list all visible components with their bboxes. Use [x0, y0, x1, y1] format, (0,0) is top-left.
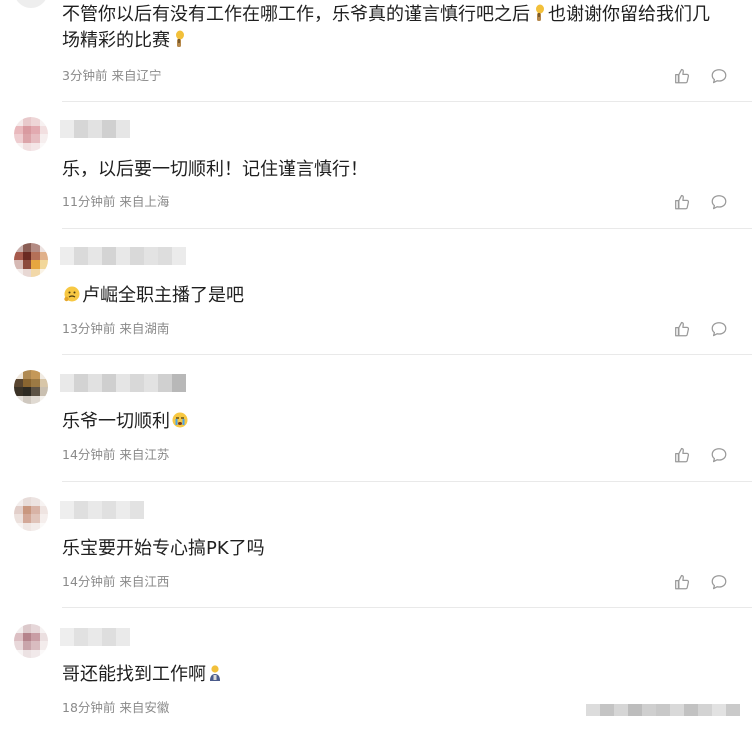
crying-face-emoji-icon	[171, 411, 189, 429]
reply-button[interactable]	[710, 320, 728, 338]
like-button[interactable]	[673, 573, 691, 591]
comment-location: 来自江西	[119, 574, 170, 589]
like-button[interactable]	[673, 446, 691, 464]
comment-text: 乐宝要开始专心搞PK了吗	[62, 536, 712, 562]
comment-text-part: 哥还能找到工作啊	[62, 664, 206, 685]
comment-text-part: 乐，以后要一切顺利！记住谨言慎行！	[62, 159, 368, 180]
comment-location: 来自上海	[119, 194, 170, 209]
divider	[62, 101, 752, 102]
like-button[interactable]	[673, 67, 691, 85]
comment-bubble-icon	[710, 193, 728, 211]
comment-text: 不管你以后有没有工作在哪工作，乐爷真的谨言慎行吧之后 也谢谢你留给我们几场精彩的比…	[62, 2, 712, 54]
thumbs-up-icon	[673, 573, 691, 591]
like-button[interactable]	[673, 320, 691, 338]
comment-text: 乐，以后要一切顺利！记住谨言慎行！	[62, 157, 712, 183]
comment-location: 来自湖南	[119, 321, 170, 336]
avatar[interactable]	[14, 243, 48, 277]
comment-bubble-icon	[710, 573, 728, 591]
thumbs-up-icon	[673, 193, 691, 211]
comment-text-part: 乐宝要开始专心搞PK了吗	[62, 538, 265, 559]
divider	[62, 481, 752, 482]
comment-time: 18分钟前	[62, 700, 116, 715]
reply-button[interactable]	[710, 67, 728, 85]
reply-button[interactable]	[710, 446, 728, 464]
comment-bubble-icon	[710, 67, 728, 85]
username-blurred[interactable]	[60, 120, 130, 138]
divider	[62, 354, 752, 355]
comment-meta: 3分钟前 来自辽宁	[62, 68, 161, 84]
username-blurred[interactable]	[60, 374, 186, 392]
thinking-face-emoji-icon	[63, 285, 81, 303]
comment-text: 卢崛全职主播了是吧	[62, 283, 712, 309]
comment-bubble-icon	[710, 446, 728, 464]
avatar[interactable]	[14, 0, 48, 8]
comment-meta: 14分钟前 来自江苏	[62, 447, 169, 463]
comment-text-part: 卢崛全职主播了是吧	[82, 285, 244, 306]
comment-time: 3分钟前	[62, 68, 108, 83]
comment-text: 乐爷一切顺利	[62, 409, 712, 435]
thumbs-up-emoji-icon	[531, 4, 547, 22]
comment-meta: 14分钟前 来自江西	[62, 574, 169, 590]
thumbs-up-emoji-icon	[171, 30, 187, 48]
avatar[interactable]	[14, 624, 48, 658]
comment-meta: 11分钟前 来自上海	[62, 194, 169, 210]
thumbs-up-icon	[673, 446, 691, 464]
comment-text: 哥还能找到工作啊	[62, 662, 712, 688]
thumbs-up-icon	[673, 67, 691, 85]
comment-time: 14分钟前	[62, 447, 116, 462]
username-blurred[interactable]	[60, 247, 186, 265]
watermark-blurred	[586, 704, 740, 716]
comment-location: 来自辽宁	[111, 68, 162, 83]
comment-time: 11分钟前	[62, 194, 116, 209]
reply-button[interactable]	[710, 573, 728, 591]
comment-text-part: 不管你以后有没有工作在哪工作，乐爷真的谨言慎行吧之后	[62, 4, 530, 25]
avatar[interactable]	[14, 117, 48, 151]
divider	[62, 228, 752, 229]
avatar[interactable]	[14, 497, 48, 531]
comment-meta: 18分钟前 来自安徽	[62, 700, 169, 716]
comment-meta: 13分钟前 来自湖南	[62, 321, 169, 337]
person-emoji-icon	[207, 664, 223, 682]
avatar[interactable]	[14, 370, 48, 404]
comment-time: 14分钟前	[62, 574, 116, 589]
like-button[interactable]	[673, 193, 691, 211]
username-blurred[interactable]	[60, 501, 144, 519]
username-blurred[interactable]	[60, 628, 130, 646]
divider	[62, 607, 752, 608]
comment-text-part: 乐爷一切顺利	[62, 411, 170, 432]
comment-time: 13分钟前	[62, 321, 116, 336]
comment-location: 来自安徽	[119, 700, 170, 715]
reply-button[interactable]	[710, 193, 728, 211]
comment-location: 来自江苏	[119, 447, 170, 462]
comment-bubble-icon	[710, 320, 728, 338]
thumbs-up-icon	[673, 320, 691, 338]
